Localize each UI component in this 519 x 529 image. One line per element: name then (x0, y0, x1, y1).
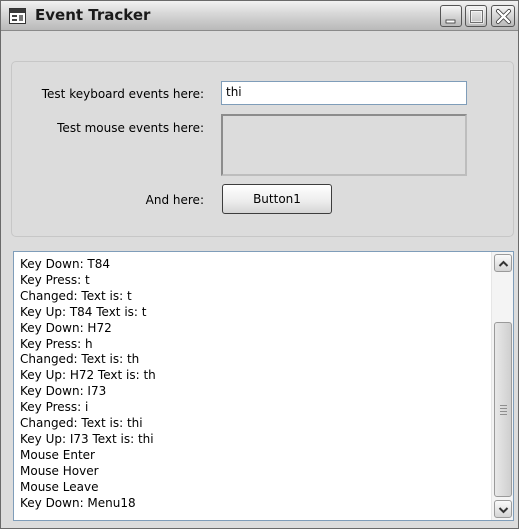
log-line: Key Down: H72 (20, 320, 112, 335)
minimize-icon (445, 19, 456, 24)
window-title: Event Tracker (35, 6, 151, 24)
app-window-icon[interactable] (9, 8, 26, 24)
event-log-lines: Key Down: T84 Key Press: t Changed: Text i… (20, 257, 490, 512)
maximize-icon (469, 9, 484, 24)
log-line: Key Down: Menu18 (20, 495, 136, 510)
log-line: Key Press: i (20, 400, 89, 415)
button1[interactable]: Button1 (222, 184, 332, 214)
chevron-up-icon (498, 260, 509, 267)
log-line: Mouse Hover (20, 463, 99, 478)
close-icon (496, 9, 511, 24)
mouse-test-area[interactable] (221, 114, 467, 176)
close-button[interactable] (491, 5, 515, 27)
vertical-scrollbar[interactable] (491, 252, 513, 520)
scroll-up-button[interactable] (494, 254, 512, 272)
log-line: Key Press: h (20, 336, 93, 351)
scroll-thumb[interactable] (494, 322, 512, 497)
event-tracker-window: Event Tracker Test keyboard events here:… (0, 0, 519, 529)
log-line: Mouse Enter (20, 447, 95, 462)
log-line: Key Up: T84 Text is: t (20, 304, 147, 319)
log-line: Key Up: I73 Text is: thi (20, 431, 154, 446)
maximize-button[interactable] (465, 5, 487, 27)
log-line: Key Up: H72 Text is: th (20, 368, 156, 383)
keyboard-events-label: Test keyboard events here: (41, 87, 204, 101)
log-line: Key Down: T84 (20, 257, 111, 271)
log-line: Mouse Leave (20, 479, 99, 494)
minimize-button[interactable] (440, 5, 462, 27)
chevron-down-icon (498, 507, 509, 514)
log-line: Changed: Text is: thi (20, 416, 143, 431)
scroll-down-button[interactable] (494, 500, 512, 518)
keyboard-test-input[interactable]: thi (221, 81, 467, 105)
event-log-listbox[interactable]: Key Down: T84 Key Press: t Changed: Text i… (13, 251, 514, 521)
log-line: Key Press: t (20, 272, 90, 287)
button-test-label: And here: (145, 193, 204, 207)
log-line: Changed: Text is: t (20, 288, 132, 303)
title-bar[interactable]: Event Tracker (1, 1, 518, 31)
log-line: Changed: Text is: th (20, 352, 140, 367)
log-line: Key Down: I73 (20, 384, 107, 399)
mouse-events-label: Test mouse events here: (57, 121, 204, 135)
